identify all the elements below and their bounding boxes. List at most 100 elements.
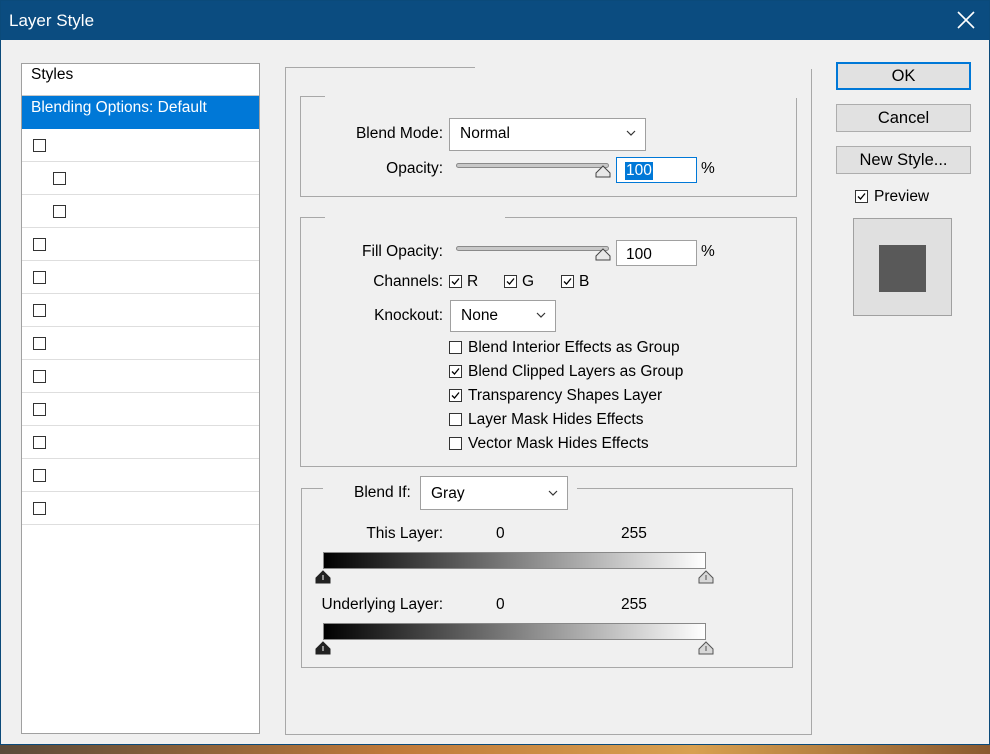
opacity-slider-thumb[interactable]: [595, 165, 611, 178]
checkmark-icon: [857, 193, 866, 200]
blend-if-group: [301, 486, 793, 668]
opacity-input[interactable]: 100: [616, 157, 697, 183]
chevron-down-icon: [548, 490, 558, 496]
fill-opacity-slider[interactable]: [456, 246, 609, 251]
opacity-slider[interactable]: [456, 163, 609, 168]
channel-g-label: G: [522, 273, 535, 290]
styles-header[interactable]: Styles: [22, 64, 259, 96]
style-checkbox[interactable]: [33, 139, 46, 152]
fill-opacity-value: 100: [626, 246, 652, 263]
style-checkbox[interactable]: [33, 403, 46, 416]
style-checkbox[interactable]: [33, 238, 46, 251]
style-checkbox[interactable]: [53, 172, 66, 185]
style-item[interactable]: [22, 228, 259, 261]
channel-r-checkbox[interactable]: [449, 275, 462, 288]
style-item[interactable]: [22, 492, 259, 525]
underlying-layer-gradient: [323, 623, 706, 640]
knockout-value: None: [461, 307, 499, 324]
cancel-button[interactable]: Cancel: [836, 104, 971, 132]
style-item[interactable]: [22, 261, 259, 294]
channel-g-checkbox[interactable]: [504, 275, 517, 288]
option-checkbox[interactable]: [449, 437, 462, 450]
style-checkbox[interactable]: [33, 370, 46, 383]
style-checkbox[interactable]: [33, 436, 46, 449]
style-checkbox[interactable]: [33, 469, 46, 482]
opacity-label: Opacity:: [386, 160, 443, 177]
option-label: Blend Interior Effects as Group: [468, 339, 680, 356]
preview-thumbnail: [853, 218, 952, 316]
underlying-layer-black-thumb[interactable]: [315, 641, 331, 655]
blending-options-label: Blending Options: Default: [31, 99, 207, 116]
opacity-value: 100: [625, 162, 653, 180]
this-layer-max: 255: [621, 525, 647, 542]
style-item[interactable]: [22, 360, 259, 393]
channel-r-label: R: [467, 273, 479, 290]
blend-if-value: Gray: [431, 485, 465, 502]
checkmark-icon: [506, 278, 515, 285]
option-checkbox[interactable]: [449, 389, 462, 402]
channels-label: Channels:: [373, 273, 443, 290]
underlying-layer-label: Underlying Layer:: [321, 596, 443, 613]
fill-opacity-label: Fill Opacity:: [362, 243, 443, 260]
preview-checkbox-box[interactable]: [855, 190, 868, 203]
preview-swatch: [879, 245, 926, 292]
advanced-blending-gap: [325, 215, 505, 219]
style-item[interactable]: [22, 129, 259, 162]
option-label: Transparency Shapes Layer: [468, 387, 663, 404]
style-item[interactable]: [22, 294, 259, 327]
checkmark-icon: [451, 392, 460, 399]
underlying-layer-min: 0: [496, 596, 505, 613]
fill-opacity-slider-thumb[interactable]: [595, 248, 611, 261]
this-layer-label: This Layer:: [366, 525, 443, 542]
layer-style-dialog: Layer Style Styles Blending Options: Def…: [0, 0, 990, 745]
blend-mode-label: Blend Mode:: [355, 125, 443, 142]
option-label: Layer Mask Hides Effects: [468, 411, 644, 428]
close-button[interactable]: [949, 5, 983, 37]
option-label: Blend Clipped Layers as Group: [468, 363, 684, 380]
opacity-unit: %: [701, 160, 715, 177]
style-item[interactable]: [22, 426, 259, 459]
option-checkbox[interactable]: [449, 365, 462, 378]
general-blending-gap: [325, 94, 797, 98]
checkmark-icon: [563, 278, 572, 285]
new-style-button[interactable]: New Style...: [836, 146, 971, 174]
ok-button[interactable]: OK: [836, 62, 971, 90]
style-item[interactable]: [22, 393, 259, 426]
checkmark-icon: [451, 278, 460, 285]
this-layer-gradient: [323, 552, 706, 569]
option-checkbox[interactable]: [449, 413, 462, 426]
underlying-layer-white-thumb[interactable]: [698, 641, 714, 655]
checkmark-icon: [451, 368, 460, 375]
knockout-select[interactable]: None: [450, 300, 556, 332]
fill-opacity-input[interactable]: 100: [616, 240, 697, 266]
this-layer-min: 0: [496, 525, 505, 542]
this-layer-white-thumb[interactable]: [698, 570, 714, 584]
underlying-layer-max: 255: [621, 596, 647, 613]
preview-label: Preview: [874, 188, 930, 205]
style-checkbox[interactable]: [33, 337, 46, 350]
close-icon: [957, 11, 975, 29]
style-item[interactable]: [22, 459, 259, 492]
blend-if-label: Blend If:: [354, 484, 411, 501]
style-item[interactable]: [22, 327, 259, 360]
blend-if-select[interactable]: Gray: [420, 476, 568, 510]
option-checkbox[interactable]: [449, 341, 462, 354]
option-label: Vector Mask Hides Effects: [468, 435, 649, 452]
styles-header-label: Styles: [31, 66, 74, 83]
title-bar: Layer Style: [1, 1, 989, 40]
channel-b-checkbox[interactable]: [561, 275, 574, 288]
fill-opacity-unit: %: [701, 243, 715, 260]
blend-mode-value: Normal: [460, 125, 510, 142]
this-layer-black-thumb[interactable]: [315, 570, 331, 584]
style-item[interactable]: [22, 195, 259, 228]
styles-list: Styles Blending Options: Default: [21, 63, 260, 734]
style-item[interactable]: [22, 162, 259, 195]
style-rows: [22, 129, 259, 525]
style-checkbox[interactable]: [33, 502, 46, 515]
blend-mode-select[interactable]: Normal: [449, 118, 646, 151]
style-checkbox[interactable]: [53, 205, 66, 218]
style-checkbox[interactable]: [33, 271, 46, 284]
style-checkbox[interactable]: [33, 304, 46, 317]
group-title-gap: [475, 65, 815, 69]
blending-options-item[interactable]: Blending Options: Default: [22, 96, 259, 129]
